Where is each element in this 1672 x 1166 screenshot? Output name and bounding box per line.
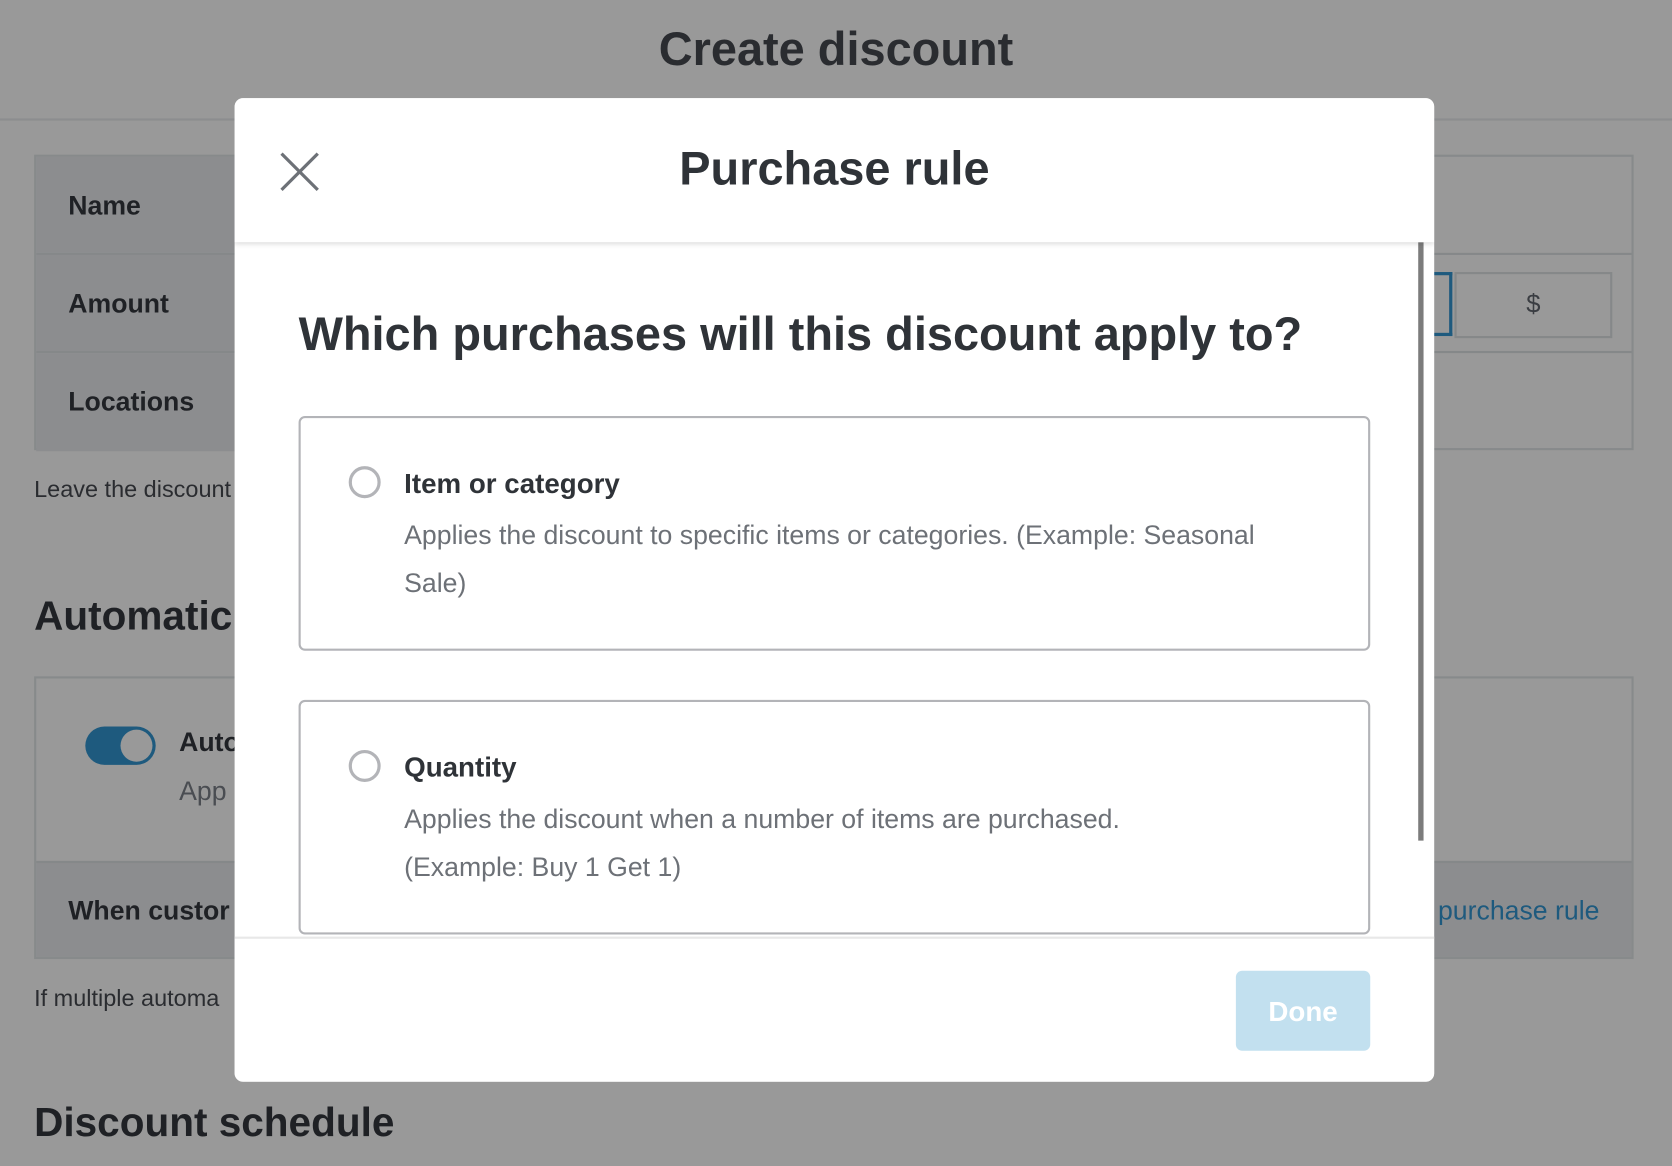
automatic-section-title: Automatic	[34, 594, 233, 640]
multiple-discounts-help-text: If multiple automa	[34, 984, 220, 1012]
radio-item-or-category[interactable]	[348, 466, 381, 499]
page-title: Create discount	[658, 23, 1014, 76]
purchase-rule-modal: Purchase rule Which purchases will this …	[234, 98, 1435, 1082]
automatic-toggle[interactable]	[85, 726, 156, 765]
modal-body: Which purchases will this discount apply…	[235, 242, 1435, 936]
toggle-knob	[120, 729, 153, 762]
option-description: Applies the discount to specific items o…	[404, 520, 1255, 599]
modal-title: Purchase rule	[679, 142, 990, 196]
automatic-sublabel: App	[179, 776, 227, 807]
automatic-label: Auto	[179, 727, 240, 758]
amount-unit-dollar-button[interactable]: $	[1454, 272, 1613, 339]
radio-quantity[interactable]	[348, 749, 381, 782]
modal-scrollbar[interactable]	[1418, 242, 1424, 841]
discount-schedule-title: Discount schedule	[34, 1100, 395, 1146]
option-title: Item or category	[404, 467, 620, 500]
purchase-rule-link[interactable]: purchase rule	[1438, 863, 1600, 959]
option-quantity[interactable]: Quantity Applies the discount when a num…	[298, 699, 1371, 935]
modal-question: Which purchases will this discount apply…	[298, 308, 1303, 361]
modal-header: Purchase rule	[234, 98, 1435, 243]
when-customer-label: When custor	[68, 896, 230, 926]
done-button[interactable]: Done	[1235, 970, 1371, 1051]
option-description: Applies the discount when a number of it…	[404, 804, 1120, 883]
locations-help-text: Leave the discount	[34, 475, 232, 503]
modal-footer: Done	[234, 936, 1435, 1082]
option-item-or-category[interactable]: Item or category Applies the discount to…	[298, 416, 1371, 651]
option-title: Quantity	[404, 751, 517, 784]
